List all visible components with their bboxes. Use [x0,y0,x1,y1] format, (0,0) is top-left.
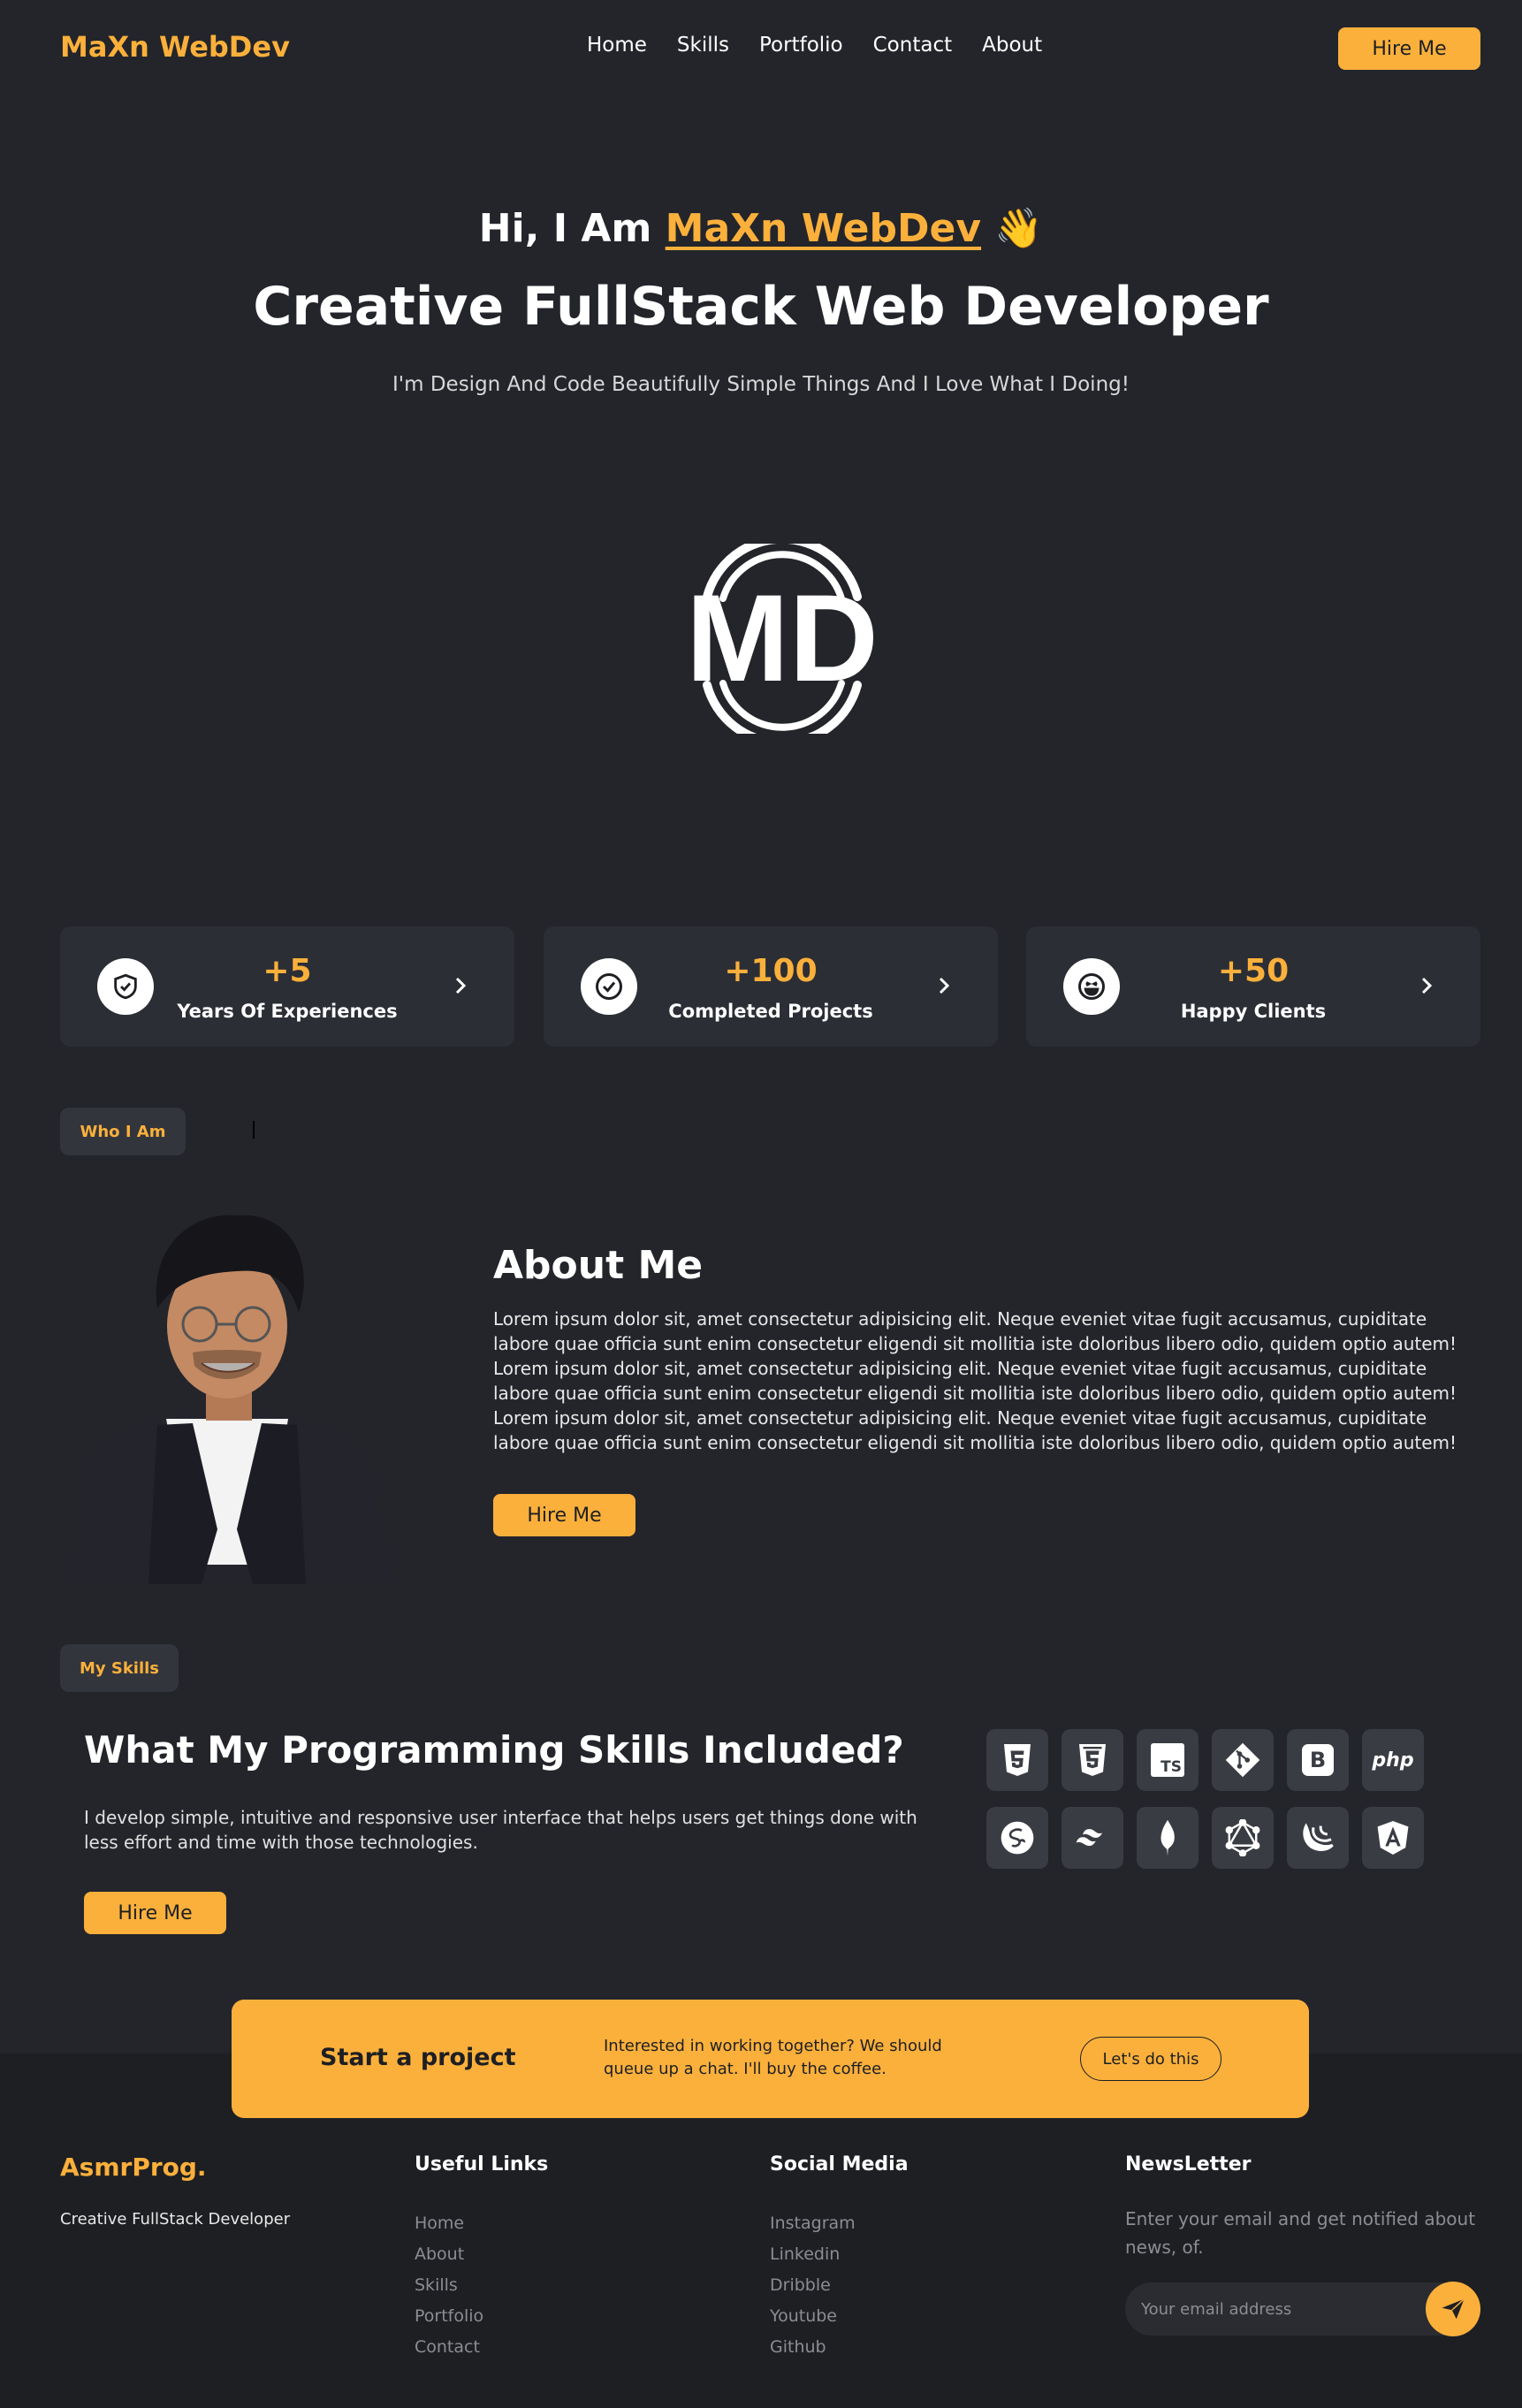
hero-greeting-text: Hi, I Am [478,206,652,251]
footer-link-portfolio[interactable]: Portfolio [415,2301,483,2332]
about-text: Lorem ipsum dolor sit, amet consectetur … [493,1308,1457,1453]
hero-name-link[interactable]: MaXn WebDev [666,206,981,251]
nav-about[interactable]: About [982,34,1042,57]
angular-icon [1362,1807,1424,1869]
social-link-instagram[interactable]: Instagram [770,2208,856,2239]
header-hire-button[interactable]: Hire Me [1338,27,1480,70]
stat-label: Years Of Experiences [177,1001,398,1022]
skills-text: I develop simple, intuitive and responsi… [84,1807,917,1853]
footer-link-contact[interactable]: Contact [415,2332,483,2363]
social-media-title: Social Media [770,2153,909,2176]
stat-value: +5 [263,953,312,989]
footer-link-home[interactable]: Home [415,2208,483,2239]
nav-portfolio[interactable]: Portfolio [759,34,843,57]
footer-link-about[interactable]: About [415,2239,483,2270]
my-skills-pill: My Skills [60,1644,179,1692]
git-icon [1212,1729,1274,1791]
typescript-icon: TS [1137,1729,1199,1791]
hero-subtitle: I'm Design And Code Beautifully Simple T… [392,373,1130,396]
hero-greeting: Hi, I Am MaXn WebDev 👋 [0,205,1522,251]
md-logo: MD [686,544,879,734]
social-media-list: Instagram Linkedin Dribble Youtube Githu… [770,2208,856,2363]
skills-hire-button[interactable]: Hire Me [84,1892,226,1934]
sass-icon [986,1807,1048,1869]
stat-card-clients[interactable]: +50 Happy Clients [1026,926,1480,1047]
social-link-dribble[interactable]: Dribble [770,2270,856,2301]
html5-icon [986,1729,1048,1791]
stat-label: Happy Clients [1180,1001,1327,1022]
jquery-icon [1287,1807,1349,1869]
bootstrap-icon: B [1287,1729,1349,1791]
start-project-banner: Start a project Interested in working to… [232,2000,1309,2118]
main-nav: Home Skills Portfolio Contact About [587,34,1042,57]
skills-title: What My Programming Skills Included? [84,1728,904,1772]
php-label: php [1372,1749,1414,1772]
stat-value: +50 [1217,953,1290,989]
graphql-icon [1212,1807,1274,1869]
cta-text: Interested in working together? We shoul… [604,2037,942,2078]
send-button[interactable] [1426,2282,1480,2336]
footer-brand[interactable]: AsmrProg. [60,2153,207,2182]
brand-logo[interactable]: MaXn WebDev [60,30,290,64]
nav-skills[interactable]: Skills [677,34,729,57]
who-i-am-pill: Who I Am [60,1108,186,1155]
php-icon: php [1362,1729,1424,1791]
about-hire-button[interactable]: Hire Me [493,1494,635,1536]
social-link-youtube[interactable]: Youtube [770,2301,856,2332]
social-link-linkedin[interactable]: Linkedin [770,2239,856,2270]
bootstrap-label: B [1309,1748,1327,1772]
newsletter-text: Enter your email and get notified about … [1125,2208,1476,2258]
chevron-right-icon[interactable] [453,972,470,999]
social-link-github[interactable]: Github [770,2332,856,2363]
chevron-right-icon[interactable] [936,972,954,999]
typescript-badge: TS [1151,1743,1184,1777]
skills-icon-grid: TS B php [986,1729,1424,1869]
stat-label: Completed Projects [668,1001,873,1022]
stat-value: +100 [724,953,818,989]
wave-icon: 👋 [994,206,1044,251]
paper-plane-icon [1442,2298,1465,2320]
useful-links-list: Home About Skills Portfolio Contact [415,2208,483,2363]
lets-do-this-button[interactable]: Let's do this [1080,2037,1221,2081]
nav-home[interactable]: Home [587,34,647,57]
md-logo-text: MD [686,568,879,707]
newsletter-title: NewsLetter [1125,2153,1252,2176]
hero-title: Creative FullStack Web Developer [253,276,1269,338]
useful-links-title: Useful Links [415,2153,549,2176]
bootstrap-badge: B [1302,1744,1334,1776]
profile-photo [78,1215,394,1584]
stat-card-experience[interactable]: +5 Years Of Experiences [60,926,514,1047]
tailwind-icon [1062,1807,1123,1869]
mongodb-icon [1137,1807,1199,1869]
text-cursor [253,1121,255,1139]
nav-contact[interactable]: Contact [873,34,952,57]
chevron-right-icon[interactable] [1419,972,1436,999]
stat-card-projects[interactable]: +100 Completed Projects [544,926,998,1047]
about-title: About Me [493,1243,704,1288]
typescript-label: TS [1161,1758,1182,1776]
footer-link-skills[interactable]: Skills [415,2270,483,2301]
css3-icon [1062,1729,1123,1791]
footer-tagline: Creative FullStack Developer [60,2210,291,2229]
cta-title: Start a project [320,2044,516,2071]
